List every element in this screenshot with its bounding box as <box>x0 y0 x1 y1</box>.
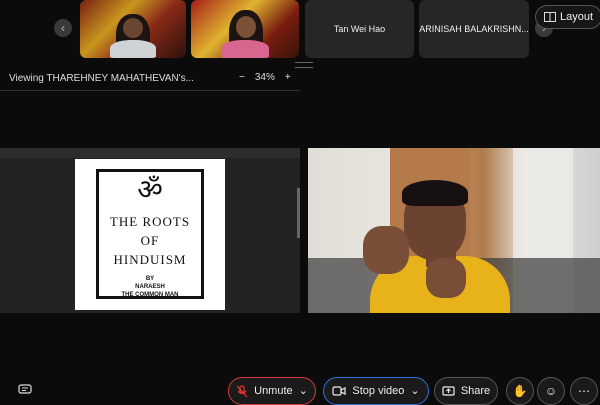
speaker-hand-left <box>363 226 409 274</box>
book-by: BY <box>145 276 155 282</box>
prev-participants-button[interactable]: ‹ <box>54 19 72 37</box>
raise-hand-button[interactable]: ✋ <box>506 377 534 405</box>
participant-tile[interactable] <box>191 0 299 58</box>
book-author: BY NARAESH THE COMMON MAN <box>122 275 179 299</box>
speaker-hair <box>402 180 468 206</box>
unmute-button[interactable]: Unmute ⌄ <box>228 377 316 405</box>
book-title-line: HINDUISM <box>113 252 187 267</box>
book-cover: ॐ THE ROOTS OF HINDUISM BY NARAESH THE C… <box>96 169 204 299</box>
stop-video-label: Stop video <box>352 385 405 397</box>
participant-tile[interactable]: Tan Wei Hao <box>305 0 414 58</box>
chevron-down-icon[interactable]: ⌄ <box>410 385 419 397</box>
zoom-out-button[interactable]: − <box>239 72 245 83</box>
layout-label: Layout <box>560 11 594 23</box>
chevron-left-icon: ‹ <box>61 21 65 35</box>
book-title: THE ROOTS OF HINDUISM <box>110 212 190 269</box>
participant-name: Tan Wei Hao <box>333 24 386 34</box>
shared-screen-toolbar <box>0 148 300 158</box>
participant-tile[interactable]: ARINISAH BALAKRISHN... <box>419 0 529 58</box>
speaker-hand-right <box>426 258 466 298</box>
share-label: Share <box>460 385 491 397</box>
participant-face <box>123 18 143 38</box>
author-name: NARAESH <box>135 284 165 290</box>
more-dots-icon: ⋯ <box>578 384 590 398</box>
zoom-in-button[interactable]: + <box>285 72 291 83</box>
emoji-icon: ☺ <box>544 384 558 398</box>
layout-button[interactable]: Layout <box>535 5 600 29</box>
share-screen-icon <box>442 385 455 396</box>
zoom-control: − 34% + <box>239 72 291 83</box>
participant-name: ARINISAH BALAKRISHN... <box>419 24 529 34</box>
viewing-label: Viewing THAREHNEY MAHATHEVAN's... <box>9 73 194 84</box>
zoom-level: 34% <box>254 72 275 83</box>
video-camera-icon <box>332 386 346 396</box>
unmute-label: Unmute <box>254 385 293 397</box>
captions-button[interactable] <box>18 383 34 395</box>
share-button[interactable]: Share <box>434 377 498 405</box>
captions-icon <box>18 384 32 394</box>
book-page: ॐ THE ROOTS OF HINDUISM BY NARAESH THE C… <box>75 159 225 310</box>
book-title-line: THE ROOTS <box>109 214 191 229</box>
raise-hand-icon: ✋ <box>512 384 528 398</box>
stop-video-button[interactable]: Stop video ⌄ <box>323 377 429 405</box>
participant-body <box>110 40 156 58</box>
chevron-down-icon[interactable]: ⌄ <box>299 385 308 397</box>
reactions-button[interactable]: ☺ <box>537 377 565 405</box>
author-tag: THE COMMON MAN <box>121 292 179 298</box>
participant-face <box>236 16 256 38</box>
speaker-video[interactable] <box>308 148 600 313</box>
participant-tile[interactable] <box>80 0 186 58</box>
microphone-muted-icon <box>236 384 248 397</box>
om-symbol: ॐ <box>137 175 163 206</box>
book-title-line: OF <box>140 233 160 248</box>
resize-handle[interactable] <box>295 62 313 68</box>
shared-screen-scrollbar[interactable] <box>297 188 300 238</box>
participant-body <box>221 40 269 58</box>
divider <box>0 90 300 91</box>
layout-icon <box>544 12 556 22</box>
more-options-button[interactable]: ⋯ <box>570 377 598 405</box>
shared-screen[interactable]: ॐ THE ROOTS OF HINDUISM BY NARAESH THE C… <box>0 148 300 313</box>
